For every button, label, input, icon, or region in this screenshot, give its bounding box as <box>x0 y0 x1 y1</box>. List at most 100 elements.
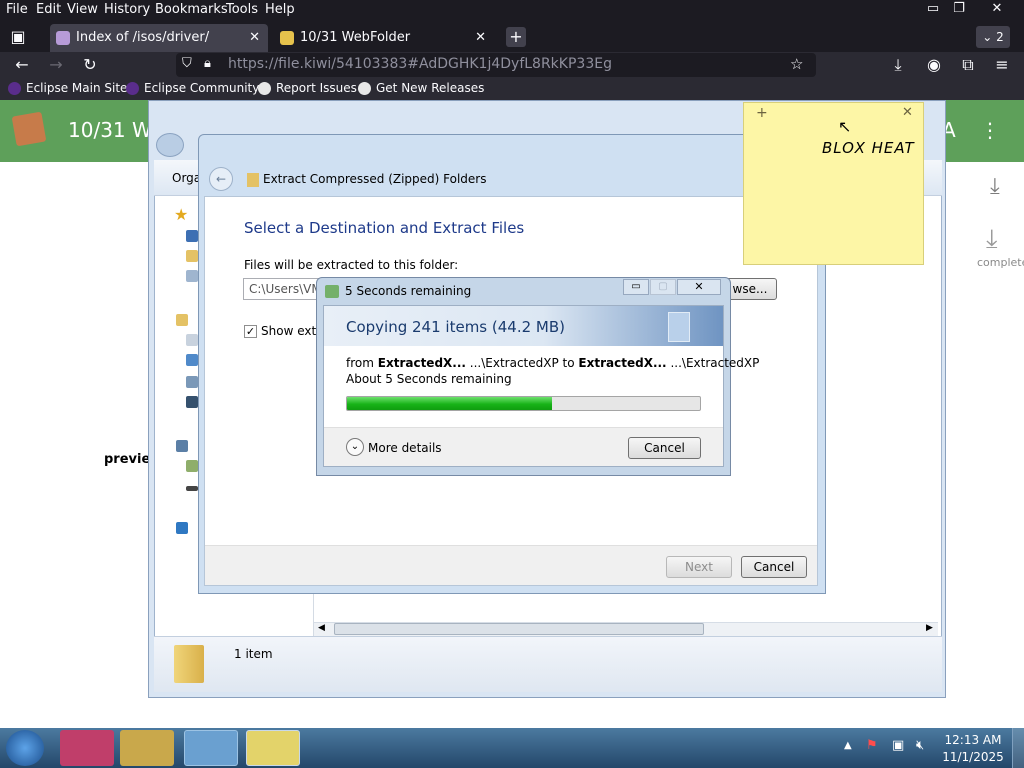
network-status-icon[interactable]: ▣ <box>892 738 904 753</box>
next-button[interactable]: Next <box>666 556 732 578</box>
bookmark-label: Eclipse Main Site <box>26 81 128 95</box>
computer-icon[interactable] <box>176 440 188 452</box>
action-center-icon[interactable]: ⚑ <box>866 738 878 753</box>
bookmarks-bar: Eclipse Main Site Eclipse Community Repo… <box>0 78 1024 100</box>
destination-link[interactable]: ExtractedX... <box>578 356 666 370</box>
clock-date[interactable]: 11/1/2025 <box>938 750 1008 764</box>
organize-button[interactable]: Orga <box>172 171 201 185</box>
close-window-button[interactable]: ✕ <box>982 0 1012 18</box>
menu-help[interactable]: Help <box>265 2 295 17</box>
download-arrow-icon[interactable]: ⤓ <box>990 174 1000 199</box>
desktop-icon[interactable] <box>186 230 198 242</box>
pictures-icon[interactable] <box>186 376 198 388</box>
dialog-maximize-button[interactable]: ▢ <box>650 279 676 295</box>
wizard-back-button[interactable]: ← <box>209 167 233 191</box>
tab-list-icon[interactable]: ▣ <box>8 27 28 47</box>
reload-icon[interactable]: ↻ <box>80 55 100 75</box>
menu-history[interactable]: History <box>104 2 150 17</box>
wizard-title: Extract Compressed (Zipped) Folders <box>263 172 487 186</box>
menu-view[interactable]: View <box>67 2 98 17</box>
tab-count: 2 <box>996 30 1004 44</box>
progress-fill <box>347 397 552 410</box>
shield-icon[interactable]: ⛉ <box>182 56 192 71</box>
show-files-checkbox[interactable]: ✓ <box>244 325 257 338</box>
network-icon[interactable] <box>176 522 188 534</box>
url-bar[interactable]: ⛉ 🔒︎ https://file.kiwi/54103383#AdDGHK1j… <box>176 53 816 77</box>
libraries-icon[interactable] <box>176 314 188 326</box>
restore-button[interactable]: ❐ <box>944 0 974 18</box>
scrollbar-thumb[interactable] <box>334 623 704 635</box>
browse-label: wse... <box>732 282 768 296</box>
menu-bookmarks[interactable]: Bookmarks <box>155 2 228 17</box>
wizard-heading: Select a Destination and Extract Files <box>244 219 525 237</box>
back-icon[interactable]: ← <box>12 55 32 75</box>
source-link[interactable]: ExtractedX... <box>378 356 466 370</box>
bookmark-label: Report Issues <box>276 81 357 95</box>
tab-overflow-button[interactable]: ⌄ 2 <box>976 26 1010 48</box>
tab-index-isos[interactable]: Index of /isos/driver/ ✕ <box>50 24 268 52</box>
bookmark-star-icon[interactable]: ☆ <box>790 55 803 73</box>
tab-close-icon[interactable]: ✕ <box>249 24 260 52</box>
delete-note-icon[interactable]: ✕ <box>902 105 913 120</box>
new-note-icon[interactable]: + <box>756 105 768 121</box>
extensions-icon[interactable]: ⧉ <box>958 55 978 75</box>
new-tab-button[interactable]: + <box>506 27 526 47</box>
eclipse-icon <box>8 82 21 95</box>
destination-value: C:\Users\VM <box>249 282 322 296</box>
more-details-toggle[interactable]: ⌄ <box>346 438 364 456</box>
videos-icon[interactable] <box>186 396 198 408</box>
lock-icon[interactable]: 🔒︎ <box>204 56 211 71</box>
hamburger-menu-icon[interactable]: ≡ <box>992 55 1012 75</box>
downloads-icon[interactable] <box>186 250 198 262</box>
taskbar-app-ide[interactable] <box>60 730 114 766</box>
dialog-close-button[interactable]: ✕ <box>677 279 721 295</box>
browse-button[interactable]: wse... <box>723 278 777 300</box>
tab-favicon-icon <box>56 31 70 45</box>
tab-webfolder[interactable]: 10/31 WebFolder ✕ <box>274 24 494 52</box>
documents-icon[interactable] <box>186 334 198 346</box>
sticky-note-text[interactable]: BLOX HEAT <box>822 139 915 157</box>
copy-dialog-footer: ⌄ More details Cancel <box>324 427 723 466</box>
copy-cancel-button[interactable]: Cancel <box>628 437 701 459</box>
forward-icon[interactable]: → <box>46 55 66 75</box>
destination-path: ...\ExtractedXP <box>670 356 760 370</box>
recent-places-icon[interactable] <box>186 270 198 282</box>
menu-edit[interactable]: Edit <box>36 2 61 17</box>
volume-muted-icon[interactable]: 🔇︎ <box>916 738 924 753</box>
download-icon[interactable]: ⤓ <box>888 55 908 75</box>
cancel-label: Cancel <box>644 441 685 455</box>
bookmark-eclipse-community[interactable]: Eclipse Community <box>126 81 259 95</box>
clock-time[interactable]: 12:13 AM <box>938 733 1008 747</box>
sticky-note[interactable]: + ✕ BLOX HEAT ↖ <box>743 102 924 265</box>
show-hidden-icons-icon[interactable]: ▲ <box>844 740 852 751</box>
taskbar-file-explorer[interactable] <box>120 730 174 766</box>
time-remaining: About 5 Seconds remaining <box>346 372 512 386</box>
copy-banner: Copying 241 items (44.2 MB) <box>324 306 723 346</box>
account-icon[interactable]: ◉ <box>924 55 944 75</box>
show-desktop-button[interactable] <box>1012 728 1024 768</box>
favorites-star-icon[interactable]: ★ <box>174 205 188 224</box>
browser-menubar: File Edit View History Bookmarks Tools H… <box>0 0 1024 22</box>
scroll-right-icon[interactable]: ▶ <box>926 623 933 633</box>
drive-icon[interactable] <box>186 486 198 491</box>
local-disk-icon[interactable] <box>186 460 198 472</box>
destination-input[interactable]: C:\Users\VM <box>243 278 323 300</box>
bookmark-eclipse-main[interactable]: Eclipse Main Site <box>8 81 127 95</box>
menu-file[interactable]: File <box>6 2 28 17</box>
explorer-back-button[interactable] <box>156 133 184 157</box>
start-button[interactable] <box>6 730 44 766</box>
explorer-status-bar: 1 item <box>154 636 942 692</box>
dialog-minimize-button[interactable]: ▭ <box>623 279 649 295</box>
bookmark-get-new-releases[interactable]: Get New Releases <box>358 81 484 95</box>
tab-close-icon[interactable]: ✕ <box>475 24 486 52</box>
wizard-cancel-button[interactable]: Cancel <box>741 556 807 578</box>
taskbar-app-control-panel[interactable] <box>184 730 238 766</box>
menu-tools[interactable]: Tools <box>226 2 258 17</box>
music-icon[interactable] <box>186 354 198 366</box>
scroll-left-icon[interactable]: ◀ <box>318 623 325 633</box>
more-options-icon[interactable]: ⋮ <box>980 118 1000 142</box>
taskbar-sticky-notes[interactable] <box>246 730 300 766</box>
bookmark-report-issues[interactable]: Report Issues <box>258 81 357 95</box>
next-label: Next <box>685 560 713 574</box>
more-details-label[interactable]: More details <box>368 441 442 455</box>
